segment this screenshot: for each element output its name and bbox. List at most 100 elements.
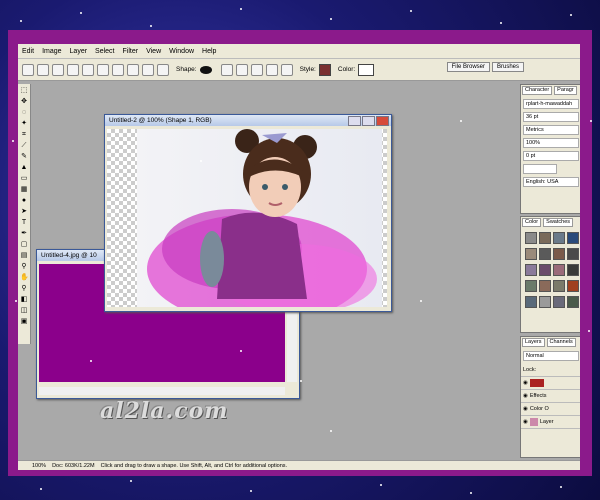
color-swatches-icon[interactable]: ◧ xyxy=(20,296,28,304)
color-swatch[interactable] xyxy=(525,232,537,244)
document-canvas[interactable] xyxy=(107,129,387,307)
font-family-select[interactable]: rplart-h-mawaddah xyxy=(523,99,579,109)
zoom-level[interactable]: 100% xyxy=(32,463,46,469)
intersect-shape-button[interactable] xyxy=(250,63,263,76)
minimize-button[interactable] xyxy=(348,115,361,126)
rectangle-tool-icon[interactable] xyxy=(82,63,94,76)
subtract-shape-button[interactable] xyxy=(235,63,248,76)
color-swatch[interactable] xyxy=(539,280,551,292)
marquee-tool-icon[interactable]: ⬚ xyxy=(20,87,28,95)
line-tool-icon[interactable] xyxy=(142,63,154,76)
color-swatch[interactable] xyxy=(553,232,565,244)
polygon-tool-icon[interactable] xyxy=(127,63,139,76)
menu-edit[interactable]: Edit xyxy=(18,48,38,55)
tab-file-browser[interactable]: File Browser xyxy=(446,62,490,72)
color-swatch[interactable] xyxy=(553,248,565,260)
layer-row[interactable]: ◉ xyxy=(521,377,580,390)
type-tool-icon[interactable]: T xyxy=(20,219,28,227)
tab-character[interactable]: Character xyxy=(522,86,553,95)
horizontal-scale-field[interactable]: 100% xyxy=(523,138,579,148)
language-select[interactable]: English: USA xyxy=(523,177,579,187)
eye-icon[interactable]: ◉ xyxy=(523,393,528,399)
style-swatch[interactable] xyxy=(318,63,331,76)
color-swatch[interactable] xyxy=(539,232,551,244)
color-swatch[interactable] xyxy=(539,264,551,276)
slice-tool-icon[interactable]: ⟋ xyxy=(20,142,28,150)
menu-view[interactable]: View xyxy=(142,48,165,55)
menu-layer[interactable]: Layer xyxy=(66,48,92,55)
layer-row[interactable]: ◉ Color O xyxy=(521,403,580,416)
font-size-field[interactable]: 36 pt xyxy=(523,112,579,122)
color-swatch[interactable] xyxy=(567,264,579,276)
color-swatch[interactable] xyxy=(525,248,537,260)
rounded-rect-tool-icon[interactable] xyxy=(97,63,109,76)
exclude-shape-button[interactable] xyxy=(265,63,278,76)
pen-tool-icon[interactable] xyxy=(67,63,79,76)
quickmask-icon[interactable]: ◫ xyxy=(20,307,28,315)
eye-icon[interactable]: ◉ xyxy=(523,406,528,412)
path-select-tool-icon[interactable]: ➤ xyxy=(20,208,28,216)
color-swatch[interactable] xyxy=(525,296,537,308)
window-title-bar[interactable]: Untitled-2 @ 100% (Shape 1, RGB) xyxy=(105,115,391,126)
hand-tool-icon[interactable]: ✋ xyxy=(20,274,29,282)
eye-icon[interactable]: ◉ xyxy=(523,380,528,386)
shape-picker[interactable] xyxy=(199,65,212,74)
layer-row[interactable]: ◉ Effects xyxy=(521,390,580,403)
tab-channels[interactable]: Channels xyxy=(546,338,576,347)
menu-filter[interactable]: Filter xyxy=(119,48,143,55)
pen-tool-icon[interactable]: ✒ xyxy=(20,230,28,238)
color-swatch[interactable] xyxy=(553,280,565,292)
menu-image[interactable]: Image xyxy=(38,48,65,55)
gradient-tool-icon[interactable]: ▦ xyxy=(20,186,28,194)
color-swatch[interactable] xyxy=(567,280,579,292)
add-shape-button[interactable] xyxy=(220,63,233,76)
text-color-swatch[interactable] xyxy=(523,164,557,174)
kerning-field[interactable]: Metrics xyxy=(523,125,579,135)
color-swatch[interactable] xyxy=(567,248,579,260)
ellipse-tool-icon[interactable] xyxy=(112,63,124,76)
menu-window[interactable]: Window xyxy=(165,48,198,55)
fill-pixels-button[interactable] xyxy=(52,63,64,76)
color-swatch[interactable] xyxy=(525,280,537,292)
crop-tool-icon[interactable]: ⌗ xyxy=(20,131,28,139)
tab-color[interactable]: Color xyxy=(522,218,542,227)
color-swatch[interactable] xyxy=(525,264,537,276)
baseline-shift-field[interactable]: 0 pt xyxy=(523,151,579,161)
menu-help[interactable]: Help xyxy=(198,48,220,55)
wand-tool-icon[interactable]: ✦ xyxy=(20,120,28,128)
tab-swatches[interactable]: Swatches xyxy=(543,218,574,227)
custom-shape-tool-icon[interactable] xyxy=(157,63,169,76)
zoom-tool-icon[interactable]: ⚲ xyxy=(20,285,28,293)
layer-row[interactable]: ◉ Layer xyxy=(521,416,580,429)
color-swatch[interactable] xyxy=(567,296,579,308)
tab-layers[interactable]: Layers xyxy=(522,338,545,347)
paths-button[interactable] xyxy=(37,63,49,76)
tab-brushes[interactable]: Brushes xyxy=(491,62,524,72)
stamp-tool-icon[interactable]: ▲ xyxy=(20,164,28,172)
horizontal-scrollbar[interactable] xyxy=(39,387,285,395)
close-button[interactable] xyxy=(376,115,389,126)
screen-mode-icon[interactable]: ▣ xyxy=(20,318,28,326)
color-swatch[interactable] xyxy=(539,296,551,308)
brush-tool-icon[interactable]: ✎ xyxy=(20,153,28,161)
blend-mode-select[interactable]: Normal xyxy=(523,351,579,361)
move-tool-icon[interactable]: ✥ xyxy=(20,98,28,106)
notes-tool-icon[interactable]: ▤ xyxy=(20,252,28,260)
eraser-tool-icon[interactable]: ▭ xyxy=(20,175,28,183)
tab-paragraph[interactable]: Paragr xyxy=(554,86,577,95)
color-swatch[interactable] xyxy=(539,248,551,260)
maximize-button[interactable] xyxy=(362,115,375,126)
lasso-tool-icon[interactable]: ◌ xyxy=(20,109,28,117)
shape-layers-button[interactable] xyxy=(22,63,34,76)
dodge-tool-icon[interactable]: ● xyxy=(20,197,28,205)
color-box[interactable] xyxy=(358,63,375,76)
eyedropper-tool-icon[interactable]: ⚲ xyxy=(20,263,28,271)
document-window-untitled-2[interactable]: Untitled-2 @ 100% (Shape 1, RGB) xyxy=(104,114,392,312)
menu-select[interactable]: Select xyxy=(91,48,118,55)
shape-tool-icon[interactable]: ▢ xyxy=(20,241,28,249)
eye-icon[interactable]: ◉ xyxy=(523,419,528,425)
link-icon[interactable] xyxy=(280,63,293,76)
color-swatch[interactable] xyxy=(553,264,565,276)
color-swatch[interactable] xyxy=(553,296,565,308)
color-swatch[interactable] xyxy=(567,232,579,244)
